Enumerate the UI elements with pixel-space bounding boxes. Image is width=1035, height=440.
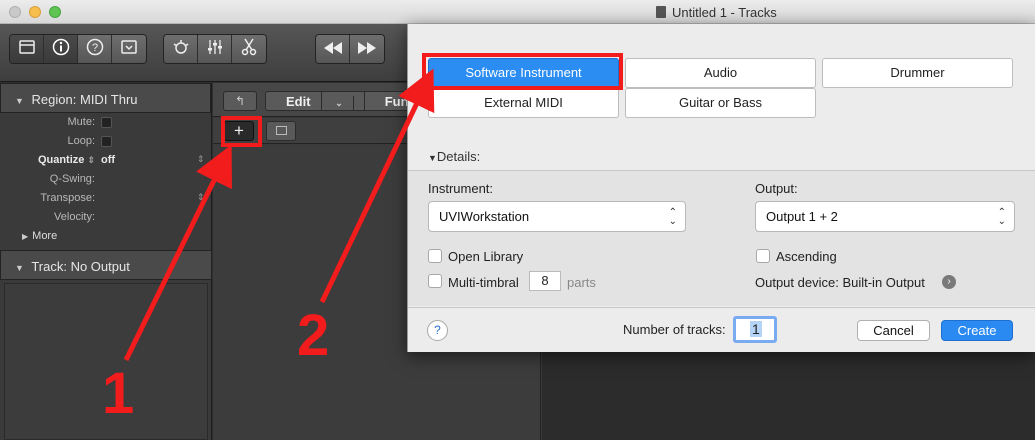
arrow-to-add-track xyxy=(123,144,232,362)
annotation-arrows xyxy=(123,68,435,362)
arrow-to-software-instrument xyxy=(319,68,435,304)
annotation-step-1: 1 xyxy=(102,361,135,426)
annotation-step-2: 2 xyxy=(297,303,330,368)
